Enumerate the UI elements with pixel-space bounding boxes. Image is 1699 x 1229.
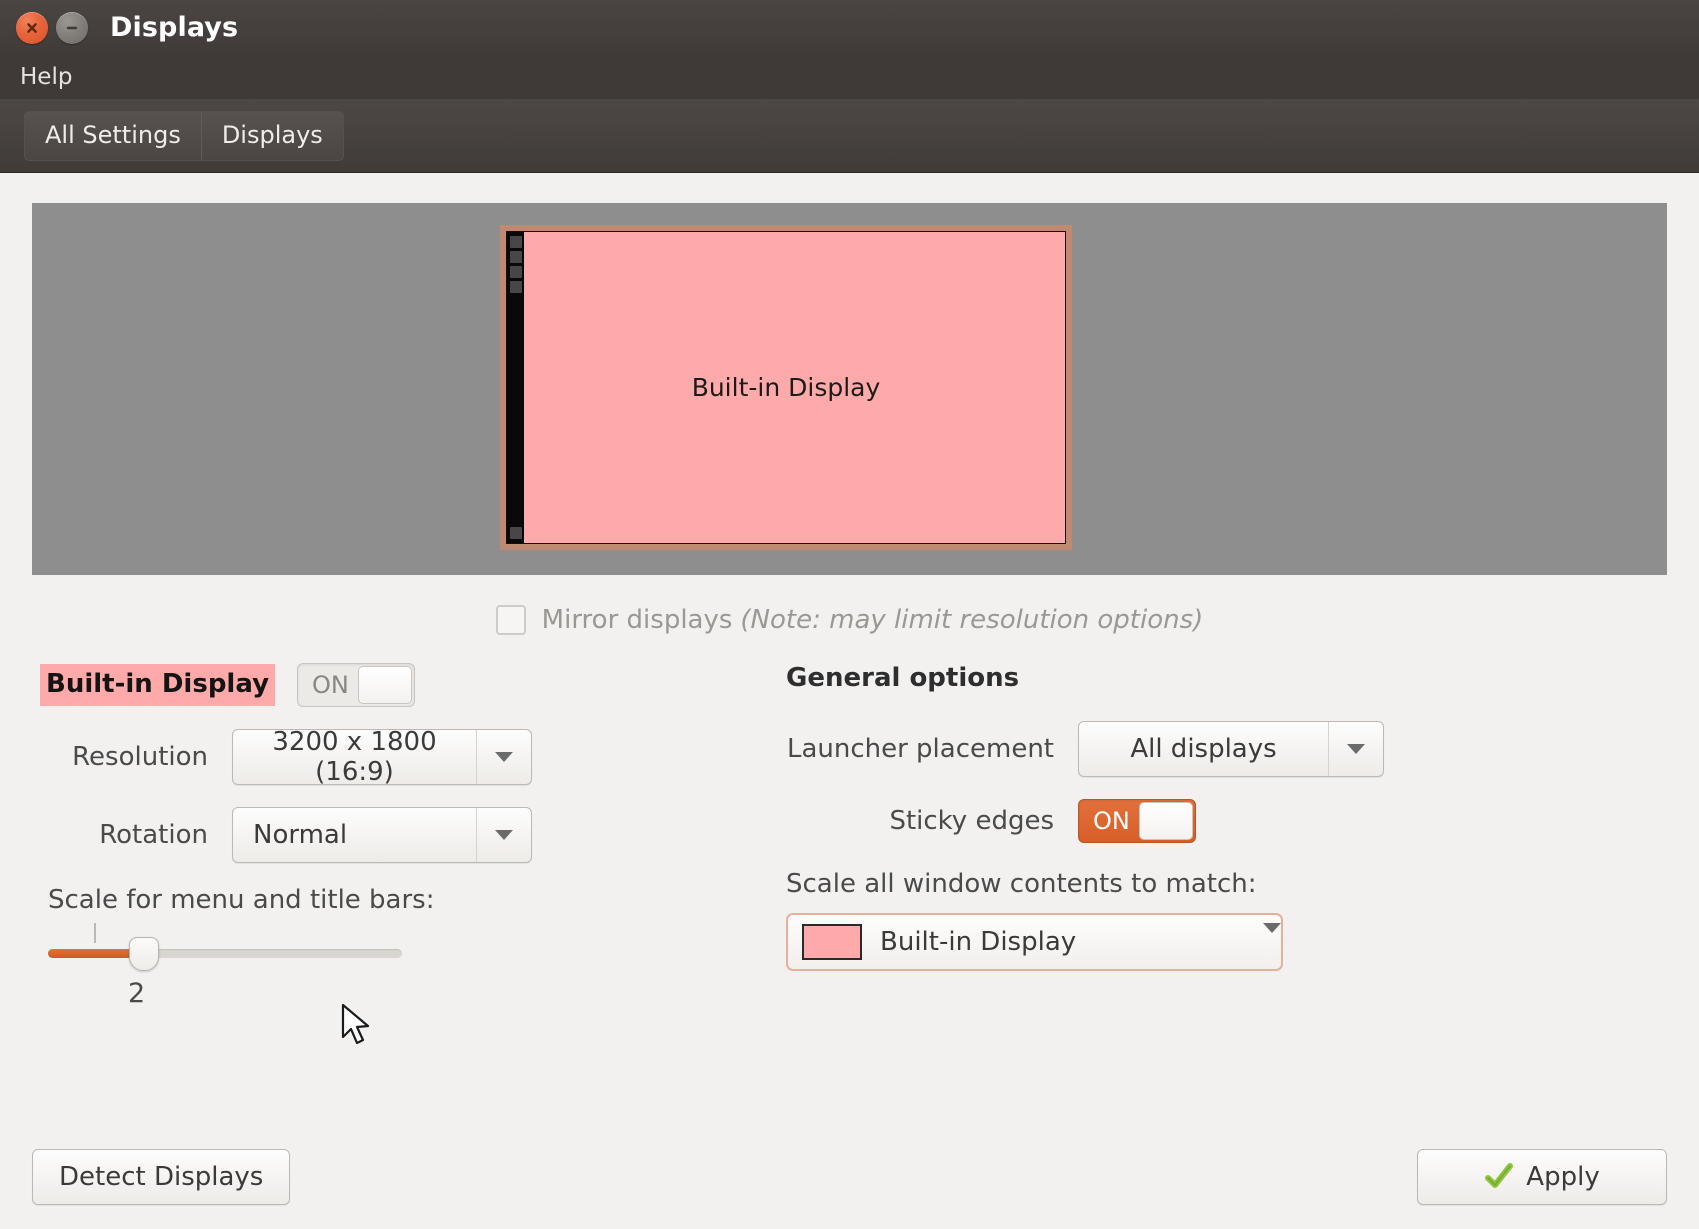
display-power-toggle-label: ON bbox=[298, 671, 349, 699]
launcher-icon bbox=[510, 281, 522, 293]
chevron-down-icon[interactable] bbox=[1328, 722, 1383, 776]
sticky-edges-toggle-label: ON bbox=[1079, 807, 1130, 835]
scale-slider[interactable] bbox=[48, 949, 402, 958]
monitor-name-label: Built-in Display bbox=[692, 373, 881, 402]
display-power-toggle[interactable]: ON bbox=[297, 663, 415, 707]
resolution-row: Resolution 3200 x 1800 (16:9) bbox=[40, 729, 740, 785]
footer-buttons: Detect Displays Apply bbox=[32, 1149, 1667, 1205]
mirror-displays-row: Mirror displays (Note: may limit resolut… bbox=[32, 605, 1667, 635]
detect-displays-button[interactable]: Detect Displays bbox=[32, 1149, 290, 1205]
apply-button-label: Apply bbox=[1526, 1162, 1599, 1192]
launcher-placement-row: Launcher placement All displays bbox=[786, 721, 1667, 777]
sticky-edges-toggle[interactable]: ON bbox=[1078, 799, 1196, 843]
launcher-placement-label: Launcher placement bbox=[786, 734, 1078, 764]
slider-tick-mark bbox=[94, 923, 96, 943]
mouse-cursor bbox=[341, 1003, 371, 1047]
chevron-down-icon[interactable] bbox=[476, 808, 531, 862]
slider-fill bbox=[48, 949, 140, 958]
general-options-column: General options Launcher placement All d… bbox=[740, 663, 1667, 1009]
launcher-placement-value: All displays bbox=[1079, 734, 1328, 764]
menu-bar: Help bbox=[0, 55, 1699, 99]
sticky-edges-label: Sticky edges bbox=[786, 806, 1078, 836]
mirror-displays-label: Mirror displays bbox=[542, 605, 733, 635]
monitor-screen: Built-in Display bbox=[506, 231, 1066, 544]
breadcrumb-all-settings[interactable]: All Settings bbox=[25, 112, 201, 160]
toggle-knob bbox=[1139, 802, 1193, 840]
launcher-icon bbox=[510, 236, 522, 248]
general-options-heading-row: General options bbox=[786, 663, 1667, 693]
breadcrumb: All Settings Displays bbox=[24, 111, 344, 161]
rotation-dropdown[interactable]: Normal bbox=[232, 807, 532, 863]
resolution-label: Resolution bbox=[40, 742, 232, 772]
scale-contents-value: Built-in Display bbox=[862, 927, 1263, 957]
scale-slider-value: 2 bbox=[48, 978, 740, 1009]
display-settings-column: Built-in Display ON Resolution 3200 x 18… bbox=[40, 663, 740, 1009]
display-preview-area[interactable]: Built-in Display bbox=[32, 203, 1667, 575]
chevron-down-icon[interactable] bbox=[1263, 933, 1281, 952]
scale-bars-label: Scale for menu and title bars: bbox=[48, 885, 740, 915]
apply-button[interactable]: Apply bbox=[1417, 1149, 1667, 1205]
resolution-dropdown[interactable]: 3200 x 1800 (16:9) bbox=[232, 729, 532, 785]
close-icon[interactable] bbox=[16, 12, 48, 44]
launcher-icon bbox=[510, 251, 522, 263]
toggle-knob bbox=[358, 666, 412, 704]
display-name-row: Built-in Display ON bbox=[40, 663, 740, 707]
resolution-value: 3200 x 1800 (16:9) bbox=[233, 727, 476, 787]
chevron-down-icon[interactable] bbox=[476, 730, 531, 784]
mirror-displays-checkbox[interactable] bbox=[496, 605, 526, 635]
monitor-thumbnail[interactable]: Built-in Display bbox=[500, 225, 1072, 550]
slider-track[interactable] bbox=[48, 949, 402, 958]
launcher-icon-trash bbox=[510, 527, 522, 539]
sticky-edges-row: Sticky edges ON bbox=[786, 799, 1667, 843]
rotation-row: Rotation Normal bbox=[40, 807, 740, 863]
slider-handle[interactable] bbox=[129, 937, 159, 971]
scale-contents-dropdown[interactable]: Built-in Display bbox=[786, 913, 1283, 971]
minimize-icon[interactable] bbox=[56, 12, 88, 44]
breadcrumb-displays[interactable]: Displays bbox=[201, 112, 343, 160]
display-color-swatch bbox=[802, 924, 862, 960]
mirror-displays-note: (Note: may limit resolution options) bbox=[740, 605, 1203, 635]
window-title: Displays bbox=[110, 12, 238, 43]
launcher-placement-dropdown[interactable]: All displays bbox=[1078, 721, 1384, 777]
menu-item-help[interactable]: Help bbox=[12, 62, 80, 92]
window-titlebar: Displays bbox=[0, 0, 1699, 55]
selected-display-name: Built-in Display bbox=[40, 664, 275, 706]
launcher-strip bbox=[507, 232, 524, 543]
rotation-value: Normal bbox=[233, 820, 476, 850]
check-icon bbox=[1484, 1163, 1514, 1191]
rotation-label: Rotation bbox=[40, 820, 232, 850]
scale-contents-label: Scale all window contents to match: bbox=[786, 869, 1667, 899]
main-content: Built-in Display Mirror displays (Note: … bbox=[0, 173, 1699, 1009]
settings-columns: Built-in Display ON Resolution 3200 x 18… bbox=[32, 663, 1667, 1009]
general-options-heading: General options bbox=[786, 663, 1019, 693]
launcher-icon bbox=[510, 266, 522, 278]
toolbar: All Settings Displays bbox=[0, 99, 1699, 173]
